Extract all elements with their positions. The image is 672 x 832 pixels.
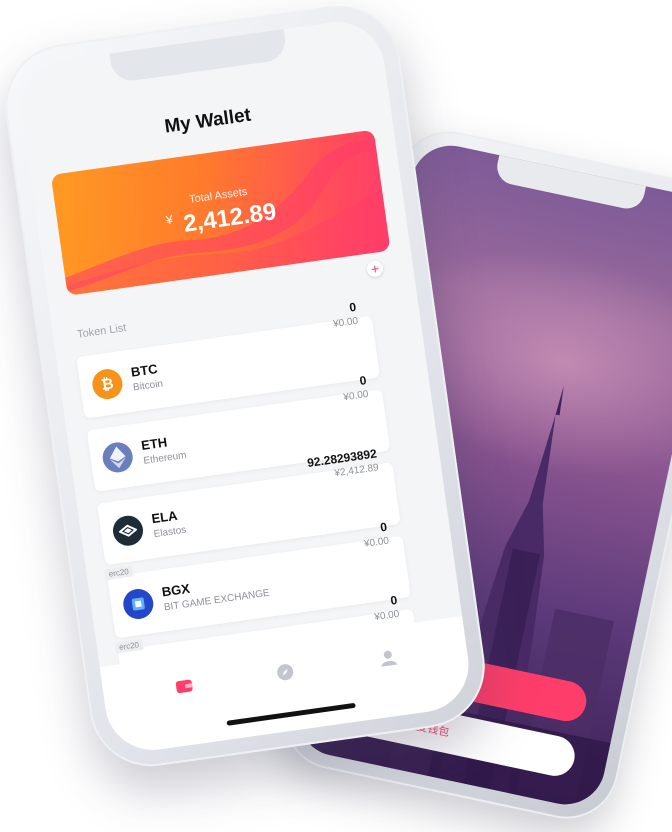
token-name: Bitcoin [132, 378, 164, 394]
front-phone: My Wallet Total Assets ¥2,412.89 + Token… [0, 0, 493, 775]
token-list-label: Token List [76, 322, 128, 341]
total-assets-card[interactable]: Total Assets ¥2,412.89 [50, 129, 391, 296]
token-symbol: ELA [150, 507, 179, 527]
token-amount: 0 [348, 299, 358, 315]
ethereum-icon [100, 440, 135, 475]
token-fiat-value: ¥0.00 [363, 535, 390, 550]
token-symbol: ETH [140, 434, 169, 453]
wallet-icon[interactable] [174, 676, 194, 696]
token-standard-tag: erc20 [104, 565, 134, 581]
elastos-icon [111, 513, 145, 548]
compass-icon[interactable] [275, 662, 295, 682]
currency-symbol: ¥ [165, 212, 174, 228]
user-icon[interactable] [378, 648, 398, 668]
plus-icon[interactable]: + [365, 259, 384, 278]
token-symbol: BGX [160, 580, 191, 600]
home-indicator [226, 702, 356, 726]
bgx-icon [121, 587, 156, 621]
token-fiat-value: ¥0.00 [332, 315, 359, 331]
token-name: Ethereum [142, 449, 188, 467]
token-symbol: BTC [129, 361, 159, 380]
bitcoin-icon: ₿ [90, 367, 125, 402]
token-fiat-value: ¥0.00 [342, 388, 370, 404]
token-name: Elastos [153, 524, 188, 541]
token-fiat-value: ¥0.00 [373, 608, 401, 624]
token-standard-tag: erc20 [114, 638, 144, 654]
